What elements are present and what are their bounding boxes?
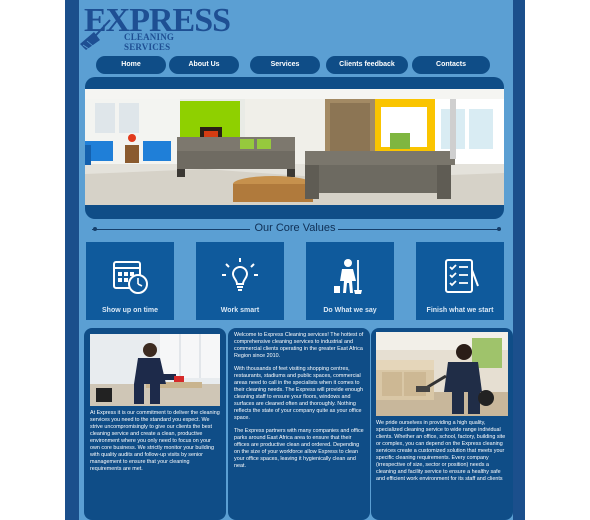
nav-clients-feedback[interactable]: Clients feedback <box>326 56 408 74</box>
welcome-paragraph-2: With thousands of feet visiting shopping… <box>234 366 364 421</box>
value-tile-do-what-we-say[interactable]: Do What we say <box>306 242 394 320</box>
value-label: Work smart <box>220 307 260 314</box>
value-tile-work-smart[interactable]: Work smart <box>196 242 284 320</box>
cleaner-icon <box>334 259 362 294</box>
divider-left <box>92 229 250 230</box>
nav-contacts[interactable]: Contacts <box>412 56 490 74</box>
nav-home[interactable]: Home <box>96 56 166 74</box>
cleaner-wiping-photo <box>90 334 220 406</box>
card-commitment-text: At Express it is our commitment to deliv… <box>90 410 220 472</box>
checklist-icon <box>445 259 479 293</box>
left-border <box>65 0 79 520</box>
site-logo[interactable]: EXPRESS CLEANING SERVICES <box>80 2 231 52</box>
sofa-cleaning-photo <box>376 332 508 416</box>
divider-right-dot <box>497 227 501 231</box>
value-label: Do What we say <box>323 307 377 314</box>
nav-about-us[interactable]: About Us <box>169 56 239 74</box>
value-tile-finish-what-we-start[interactable]: Finish what we start <box>416 242 504 320</box>
hero-banner <box>85 77 504 219</box>
welcome-paragraph-1: Welcome to Express Cleaning services! Th… <box>234 332 364 359</box>
main-nav: Home About Us Services Clients feedback … <box>96 56 502 74</box>
core-values-title: Our Core Values <box>254 222 336 234</box>
welcome-paragraph-3: The Express partners with many companies… <box>234 428 364 469</box>
card-welcome-text: Welcome to Express Cleaning services! Th… <box>234 332 364 476</box>
value-tile-show-up-on-time[interactable]: Show up on time <box>86 242 174 320</box>
office-lounge-image <box>85 89 504 205</box>
divider-left-dot <box>93 227 97 231</box>
nav-services[interactable]: Services <box>250 56 320 74</box>
card-welcome: Welcome to Express Cleaning services! Th… <box>228 328 370 520</box>
right-border <box>513 0 525 520</box>
lightbulb-icon <box>222 258 258 291</box>
value-label: Show up on time <box>102 307 158 314</box>
card-commitment: At Express it is our commitment to deliv… <box>84 328 226 520</box>
card-quality: We pride ourselves in providing a high q… <box>371 328 513 520</box>
divider-right <box>338 229 501 230</box>
calendar-clock-icon <box>113 261 148 294</box>
logo-tagline: CLEANING SERVICES <box>124 32 175 52</box>
value-label: Finish what we start <box>426 307 494 314</box>
card-quality-text: We pride ourselves in providing a high q… <box>376 420 506 482</box>
